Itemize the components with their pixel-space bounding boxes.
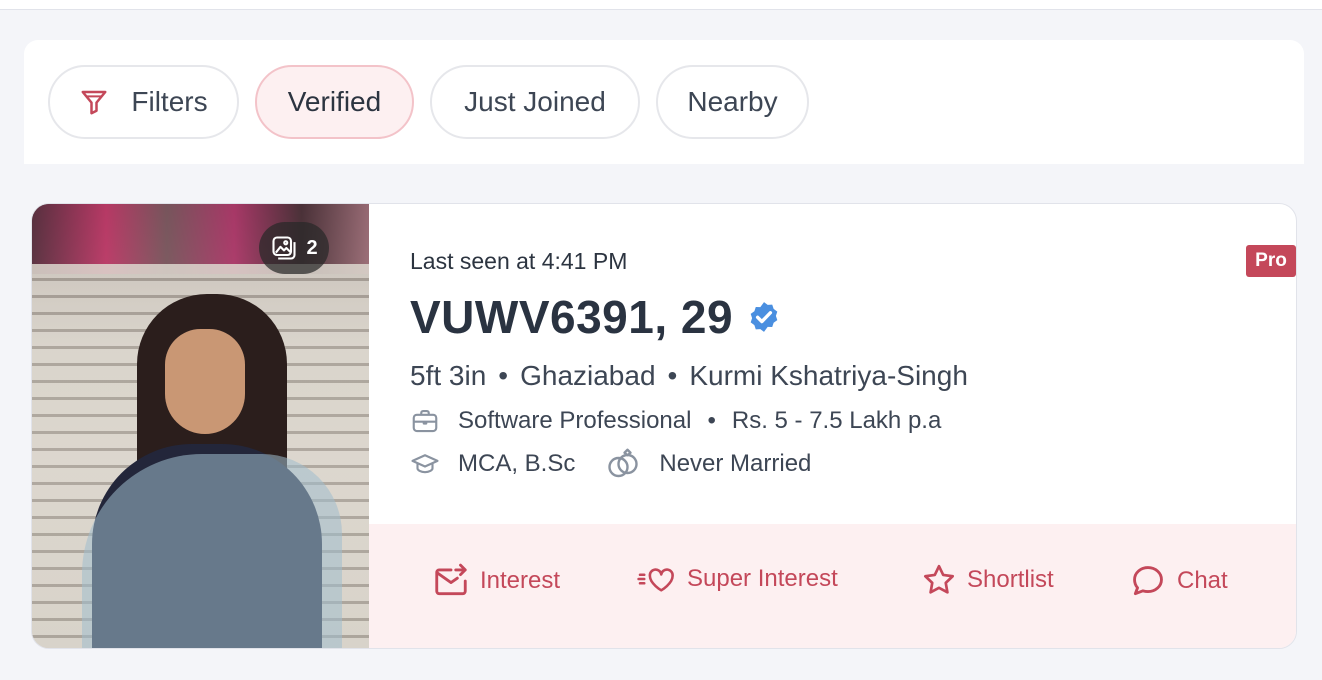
- name-row: VUWV6391, 29: [410, 290, 781, 344]
- interest-label: Interest: [480, 567, 561, 594]
- education-value: MCA, B.Sc: [458, 450, 576, 477]
- profile-photo[interactable]: 2: [32, 204, 369, 648]
- nearby-chip[interactable]: Nearby: [656, 65, 809, 139]
- interest-button[interactable]: Interest: [432, 562, 560, 600]
- pro-badge: Pro: [1246, 245, 1296, 277]
- community-value: Kurmi Kshatriya-Singh: [689, 360, 968, 391]
- height-value: 5ft 3in: [410, 360, 487, 391]
- photo-count: 2: [306, 236, 318, 259]
- envelope-arrow-icon: [435, 563, 467, 596]
- education-row: MCA, B.Sc Never Married: [410, 446, 811, 482]
- shortlist-button[interactable]: Shortlist: [921, 562, 1054, 598]
- shortlist-label: Shortlist: [967, 566, 1054, 593]
- star-icon: [924, 564, 954, 594]
- photo-count-badge[interactable]: 2: [259, 222, 329, 274]
- just-joined-chip[interactable]: Just Joined: [430, 65, 640, 139]
- filter-icon: [81, 90, 107, 115]
- rings-icon: [608, 448, 639, 478]
- nearby-chip-label: Nearby: [687, 86, 778, 117]
- verified-chip-label: Verified: [287, 86, 382, 117]
- verified-badge-icon: [750, 302, 778, 332]
- gallery-icon: [272, 236, 296, 260]
- graduation-cap-icon: [411, 454, 439, 474]
- briefcase-icon: [412, 409, 438, 433]
- chat-button[interactable]: Chat: [1129, 562, 1228, 600]
- basic-details: 5ft 3in • Ghaziabad • Kurmi Kshatriya-Singh: [410, 360, 968, 391]
- marital-status-value: Never Married: [659, 450, 812, 477]
- chat-bubble-icon: [1133, 566, 1163, 596]
- profile-card[interactable]: 2 Last seen at 4:41 PM VUWV6391, 29 5ft …: [31, 203, 1297, 649]
- heart-speed-icon: [637, 568, 674, 592]
- income-value: Rs. 5 - 7.5 Lakh p.a: [731, 407, 942, 434]
- profile-info: Last seen at 4:41 PM VUWV6391, 29 5ft 3i…: [410, 204, 1296, 524]
- filters-chip-label: Filters: [131, 86, 208, 117]
- super-interest-button[interactable]: Super Interest: [637, 562, 838, 596]
- chat-label: Chat: [1177, 567, 1228, 594]
- last-seen-text: Last seen at 4:41 PM: [410, 248, 628, 274]
- verified-chip[interactable]: Verified: [255, 65, 414, 139]
- career-row: Software Professional • Rs. 5 - 7.5 Lakh p…: [410, 406, 941, 436]
- city-value: Ghaziabad: [520, 360, 656, 391]
- profile-actions: Interest Super Interest Shortlist Chat: [369, 524, 1296, 648]
- profession-value: Software Professional: [458, 407, 692, 434]
- filters-chip[interactable]: Filters: [48, 65, 239, 139]
- filter-bar: Filters Verified Just Joined Nearby: [24, 40, 1304, 164]
- super-interest-label: Super Interest: [687, 565, 838, 592]
- just-joined-chip-label: Just Joined: [464, 86, 606, 117]
- top-header-edge: [0, 0, 1322, 10]
- profile-name[interactable]: VUWV6391, 29: [410, 290, 733, 344]
